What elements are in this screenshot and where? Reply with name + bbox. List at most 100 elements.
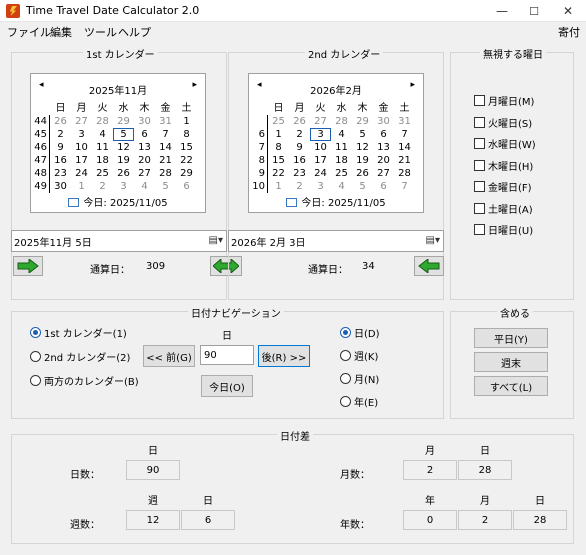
- day-cell[interactable]: 4: [92, 128, 113, 141]
- copy-left-button[interactable]: [414, 256, 444, 276]
- calendar-dropdown-icon[interactable]: ▤▾: [209, 235, 223, 246]
- ignore-day-checkbox[interactable]: 日曜日(U): [474, 222, 533, 237]
- menu-donate[interactable]: 寄付: [558, 24, 580, 40]
- day-cell[interactable]: 27: [310, 115, 331, 128]
- day-cell[interactable]: 30: [134, 115, 155, 128]
- next-button[interactable]: 後(R) >>: [258, 345, 310, 367]
- day-cell[interactable]: 19: [113, 154, 134, 167]
- day-cell[interactable]: 3: [310, 128, 331, 141]
- day-cell[interactable]: 3: [113, 180, 134, 193]
- ignore-day-checkbox[interactable]: 月曜日(M): [474, 93, 534, 108]
- calendar-target-radio[interactable]: 両方のカレンダー(B): [30, 373, 139, 388]
- day-cell[interactable]: 23: [289, 167, 310, 180]
- day-cell[interactable]: 1: [268, 180, 289, 193]
- calendar1-next-icon[interactable]: ▸: [192, 80, 197, 90]
- day-cell[interactable]: 8: [268, 141, 289, 154]
- day-cell[interactable]: 23: [50, 167, 71, 180]
- calendar-dropdown-icon[interactable]: ▤▾: [426, 235, 440, 246]
- checkbox-box[interactable]: [474, 224, 485, 235]
- day-cell[interactable]: 6: [176, 180, 197, 193]
- include-all-button[interactable]: すべて(L): [474, 376, 548, 396]
- day-cell[interactable]: 15: [176, 141, 197, 154]
- calendar2-month-header[interactable]: 2026年2月: [249, 82, 423, 97]
- ignore-day-checkbox[interactable]: 土曜日(A): [474, 201, 533, 216]
- calendar1-month-header[interactable]: 2025年11月: [31, 82, 205, 97]
- checkbox-box[interactable]: [474, 159, 485, 171]
- calendar1[interactable]: ◂ 2025年11月 ▸ 日月火水木金土 44 26 27 28 29 30 31 1 45 2 3 4…: [30, 73, 206, 213]
- include-weekdays-button[interactable]: 平日(Y): [474, 328, 548, 348]
- day-cell[interactable]: 6: [134, 128, 155, 141]
- day-cell[interactable]: 26: [289, 115, 310, 128]
- checkbox-box[interactable]: [474, 116, 485, 128]
- radio-circle[interactable]: [340, 373, 351, 384]
- today-button[interactable]: 今日(O): [201, 375, 253, 397]
- calendar2-date-picker[interactable]: 2026年 2月 3日 ▤▾: [228, 230, 444, 252]
- day-cell[interactable]: 3: [310, 180, 331, 193]
- day-cell[interactable]: 19: [352, 154, 373, 167]
- day-cell[interactable]: 3: [71, 128, 92, 141]
- radio-circle[interactable]: [30, 351, 41, 362]
- day-cell[interactable]: 5: [113, 128, 134, 141]
- day-cell[interactable]: 30: [373, 115, 394, 128]
- radio-circle[interactable]: [30, 375, 41, 386]
- menu-help[interactable]: ヘルプ: [118, 24, 151, 40]
- day-cell[interactable]: 27: [373, 167, 394, 180]
- day-cell[interactable]: 1: [268, 128, 289, 141]
- day-amount-input[interactable]: 90: [200, 345, 254, 365]
- calendar-target-radio[interactable]: 1st カレンダー(1): [30, 325, 127, 340]
- day-cell[interactable]: 6: [373, 128, 394, 141]
- day-cell[interactable]: 28: [92, 115, 113, 128]
- day-cell[interactable]: 29: [113, 115, 134, 128]
- day-cell[interactable]: 9: [50, 141, 71, 154]
- day-cell[interactable]: 21: [394, 154, 415, 167]
- ignore-day-checkbox[interactable]: 金曜日(F): [474, 179, 532, 194]
- day-cell[interactable]: 28: [394, 167, 415, 180]
- checkbox-box[interactable]: [474, 202, 485, 214]
- day-cell[interactable]: 2: [289, 128, 310, 141]
- ignore-day-checkbox[interactable]: 火曜日(S): [474, 115, 532, 130]
- calendar1-date-picker[interactable]: 2025年11月 5日 ▤▾: [11, 230, 227, 252]
- day-cell[interactable]: 28: [331, 115, 352, 128]
- copy-right-button[interactable]: [13, 256, 43, 276]
- day-cell[interactable]: 14: [394, 141, 415, 154]
- day-cell[interactable]: 7: [394, 128, 415, 141]
- checkbox-box[interactable]: [474, 95, 485, 106]
- day-cell[interactable]: 5: [155, 180, 176, 193]
- day-cell[interactable]: 29: [176, 167, 197, 180]
- day-cell[interactable]: 31: [155, 115, 176, 128]
- calendar2-today[interactable]: 今日: 2025/11/05: [249, 194, 423, 209]
- day-cell[interactable]: 5: [352, 180, 373, 193]
- day-cell[interactable]: 27: [134, 167, 155, 180]
- day-cell[interactable]: 20: [373, 154, 394, 167]
- day-cell[interactable]: 17: [71, 154, 92, 167]
- day-cell[interactable]: 14: [155, 141, 176, 154]
- day-cell[interactable]: 27: [71, 115, 92, 128]
- day-cell[interactable]: 11: [331, 141, 352, 154]
- day-cell[interactable]: 2: [50, 128, 71, 141]
- day-cell[interactable]: 5: [352, 128, 373, 141]
- day-cell[interactable]: 4: [134, 180, 155, 193]
- day-cell[interactable]: 20: [134, 154, 155, 167]
- day-cell[interactable]: 4: [331, 128, 352, 141]
- day-cell[interactable]: 25: [331, 167, 352, 180]
- day-cell[interactable]: 11: [92, 141, 113, 154]
- close-button[interactable]: ✕: [552, 1, 584, 21]
- minimize-button[interactable]: —: [486, 1, 518, 21]
- day-cell[interactable]: 16: [289, 154, 310, 167]
- day-cell[interactable]: 6: [373, 180, 394, 193]
- day-cell[interactable]: 25: [92, 167, 113, 180]
- ignore-day-checkbox[interactable]: 水曜日(W): [474, 136, 536, 151]
- calendar1-today[interactable]: 今日: 2025/11/05: [31, 194, 205, 209]
- day-cell[interactable]: 10: [310, 141, 331, 154]
- radio-circle[interactable]: [340, 396, 351, 407]
- day-cell[interactable]: 12: [352, 141, 373, 154]
- day-cell[interactable]: 1: [71, 180, 92, 193]
- checkbox-box[interactable]: [474, 181, 485, 192]
- calendar-target-radio[interactable]: 2nd カレンダー(2): [30, 349, 130, 364]
- unit-radio[interactable]: 月(N): [340, 371, 379, 386]
- day-cell[interactable]: 26: [352, 167, 373, 180]
- day-cell[interactable]: 29: [352, 115, 373, 128]
- menu-tools[interactable]: ツール: [84, 24, 117, 40]
- radio-circle[interactable]: [30, 327, 41, 338]
- day-cell[interactable]: 8: [176, 128, 197, 141]
